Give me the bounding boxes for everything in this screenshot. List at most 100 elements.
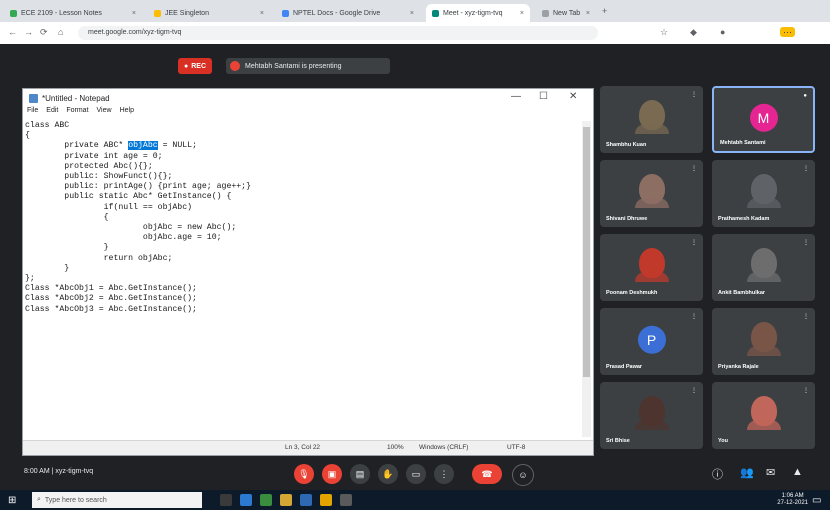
code-line: objAbc.age = 10;: [25, 233, 222, 243]
new-tab-icon[interactable]: +: [602, 6, 607, 16]
vertical-scrollbar[interactable]: [582, 121, 591, 437]
forward-icon[interactable]: →: [24, 27, 33, 37]
tab-favicon-icon: [154, 9, 161, 17]
activities-icon[interactable]: ▲: [792, 466, 803, 478]
participant-tile[interactable]: ⋮ Shivani Dhruwe: [600, 160, 703, 227]
participant-tile[interactable]: M ● Mehtabh Santami: [712, 86, 815, 153]
browser-tab[interactable]: NPTEL Docs - Google Drive ×: [276, 4, 420, 22]
browser-tab[interactable]: ECE 2109 - Lesson Notes ×: [4, 4, 142, 22]
more-options-icon[interactable]: ⋮: [434, 464, 454, 484]
system-clock[interactable]: 1:06 AM 27-12-2021: [777, 493, 808, 507]
participant-tile[interactable]: ⋮ Poonam Deshmukh: [600, 234, 703, 301]
raise-hand-icon[interactable]: ✋: [378, 464, 398, 484]
mic-muted-icon: ⋮: [691, 388, 697, 394]
mic-muted-icon: ⋮: [691, 240, 697, 246]
participant-tile[interactable]: ⋮ Priyanka Rajale: [712, 308, 815, 375]
extension-icon[interactable]: ◆: [690, 27, 697, 38]
reload-icon[interactable]: ⟳: [40, 27, 48, 38]
tab-close-icon[interactable]: ×: [132, 10, 136, 17]
menu-item[interactable]: View: [97, 107, 112, 119]
menu-item[interactable]: Format: [66, 107, 88, 119]
end-call-button[interactable]: ☎: [472, 464, 502, 484]
participant-tile[interactable]: ⋮ Prathamesh Kadam: [712, 160, 815, 227]
participant-tile[interactable]: ⋮ Sri Bhise: [600, 382, 703, 449]
participant-name: Sri Bhise: [606, 438, 630, 444]
app-icon-4[interactable]: [340, 494, 352, 506]
people-icon[interactable]: 👥: [740, 466, 754, 479]
home-icon[interactable]: ⌂: [58, 27, 63, 37]
tab-label: Meet - xyz-tigm-tvq: [443, 9, 503, 17]
update-button[interactable]: ···: [780, 27, 795, 37]
notepad-icon: [29, 93, 38, 103]
notification-icon[interactable]: ▭: [812, 495, 821, 506]
chrome-icon[interactable]: [320, 494, 332, 506]
camera-off-icon[interactable]: ▣: [322, 464, 342, 484]
app-icon-2[interactable]: [260, 494, 272, 506]
chat-icon[interactable]: ✉: [766, 466, 775, 479]
clock-time: 1:06 AM: [781, 493, 804, 499]
participant-tile[interactable]: ⋮ Shambhu Kuan: [600, 86, 703, 153]
zoom-level: 100%: [387, 444, 404, 451]
participant-tile[interactable]: P ⋮ Prasad Pawar: [600, 308, 703, 375]
notepad-window: *Untitled - Notepad — ☐ ✕ File Edit Format…: [22, 88, 594, 456]
mic-muted-icon: ⋮: [803, 388, 809, 394]
presenter-avatar-icon: [230, 61, 240, 71]
reactions-icon[interactable]: ☺: [512, 464, 534, 486]
code-line: {: [25, 212, 109, 222]
close-icon[interactable]: ✕: [569, 91, 577, 102]
avatar: M: [749, 103, 778, 132]
scrollbar-thumb[interactable]: [583, 127, 590, 377]
notepad-title: *Untitled - Notepad: [42, 93, 110, 103]
windows-start-icon[interactable]: ⊞: [8, 495, 16, 506]
avatar: P: [637, 325, 666, 354]
menu-item[interactable]: Edit: [46, 107, 58, 119]
rec-label: REC: [191, 62, 206, 70]
participant-name: Ankit Bambhulkar: [718, 290, 766, 296]
browser-tab[interactable]: New Tab ×: [536, 4, 596, 22]
tab-close-icon[interactable]: ×: [586, 10, 590, 17]
code-line: private int age = 0;: [25, 151, 163, 161]
star-icon[interactable]: ☆: [660, 27, 668, 38]
tab-close-icon[interactable]: ×: [410, 10, 414, 17]
windows-taskbar: ⊞ ⌕ Type here to search 1:06 AM 27-12-20…: [0, 490, 830, 510]
mic-muted-icon: ⋮: [803, 240, 809, 246]
info-icon[interactable]: ⓘ: [712, 466, 723, 482]
maximize-icon[interactable]: ☐: [539, 91, 548, 102]
mic-off-icon[interactable]: 🎙: [294, 464, 314, 484]
participant-photo: [746, 248, 781, 283]
notepad-statusbar: Ln 3, Col 22 100% Windows (CRLF) UTF-8: [23, 440, 593, 455]
participant-name: Mehtabh Santami: [720, 140, 766, 146]
minimize-icon[interactable]: —: [511, 91, 521, 102]
url-input[interactable]: meet.google.com/xyz-tigm-tvq: [78, 26, 598, 40]
browser-tab[interactable]: Meet - xyz-tigm-tvq ×: [426, 4, 530, 22]
tab-favicon-icon: [10, 9, 17, 17]
participant-tile[interactable]: ⋮ You: [712, 382, 815, 449]
taskbar-search[interactable]: ⌕ Type here to search: [32, 492, 202, 508]
file-explorer-icon[interactable]: [280, 494, 292, 506]
present-icon[interactable]: ▭: [406, 464, 426, 484]
back-icon[interactable]: ←: [8, 27, 17, 37]
presenting-label: Mehtabh Santami is presenting: [245, 62, 342, 70]
browser-tab[interactable]: JEE Singleton ×: [148, 4, 270, 22]
mic-muted-icon: ⋮: [691, 314, 697, 320]
tab-label: JEE Singleton: [165, 9, 209, 17]
text-selection: objAbc: [128, 141, 158, 151]
menu-item[interactable]: File: [27, 107, 38, 119]
app-icon-1[interactable]: [240, 494, 252, 506]
profile-icon[interactable]: ●: [720, 27, 725, 37]
participant-tile[interactable]: ⋮ Ankit Bambhulkar: [712, 234, 815, 301]
tab-close-icon[interactable]: ×: [520, 10, 524, 17]
code-line: if(null == objAbc): [25, 202, 193, 212]
tab-close-icon[interactable]: ×: [260, 10, 264, 17]
code-line: Class *AbcObj3 = Abc.GetInstance();: [25, 304, 197, 314]
record-icon: ●: [183, 62, 189, 70]
menu-item[interactable]: Help: [120, 107, 134, 119]
app-icon-3[interactable]: [300, 494, 312, 506]
notepad-text-area[interactable]: class ABC{ private ABC* objAbc = NULL; p…: [25, 121, 583, 437]
captions-icon[interactable]: ▤: [350, 464, 370, 484]
task-view-icon[interactable]: [220, 494, 232, 506]
browser-address-bar-area: ← → ⟳ ⌂ meet.google.com/xyz-tigm-tvq ☆ ◆…: [0, 22, 830, 45]
code-line: public: printAge() {print age; age++;}: [25, 182, 252, 192]
code-line: {: [25, 131, 30, 141]
meet-control-bar: 8:00 AM | xyz-tigm-tvq 🎙 ▣ ▤ ✋ ▭ ⋮ ☎ ☺ ⓘ…: [0, 456, 830, 490]
